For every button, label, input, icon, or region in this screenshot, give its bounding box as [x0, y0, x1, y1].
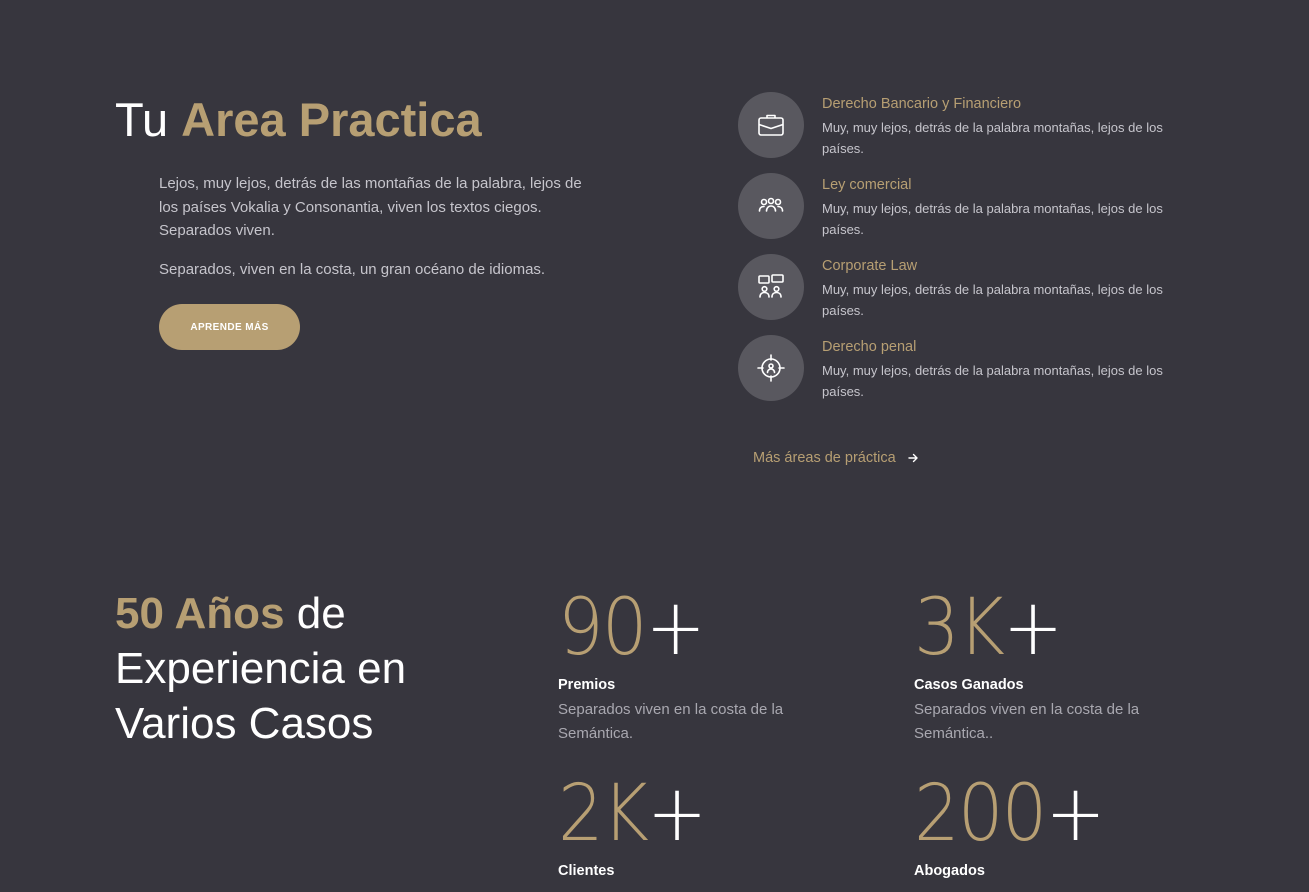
more-practice-areas-label: Más áreas de práctica [753, 450, 896, 466]
stat-label: Clientes [558, 863, 615, 879]
meeting-icon [738, 254, 804, 320]
stat-number: 2K+ [558, 772, 834, 856]
services-list: Derecho Bancario y Financiero Muy, muy l… [738, 92, 1178, 416]
target-person-icon [738, 335, 804, 401]
stat-description: Separados viven en la costa de la Semánt… [914, 701, 1140, 742]
stat-value: 90 [558, 583, 647, 673]
stat-number: 3K+ [914, 586, 1190, 670]
stat-number: 90+ [558, 586, 834, 670]
stat-description: Separados viven en la costa de la Semánt… [558, 701, 784, 742]
stat-suffix: + [645, 583, 706, 673]
learn-more-button[interactable]: APRENDE MÁS [159, 304, 300, 350]
service-description: Muy, muy lejos, detrás de la palabra mon… [822, 282, 1163, 318]
service-description: Muy, muy lejos, detrás de la palabra mon… [822, 363, 1163, 399]
service-title[interactable]: Ley comercial [822, 176, 911, 194]
stat-number: 200+ [914, 772, 1190, 856]
service-title[interactable]: Corporate Law [822, 257, 917, 275]
stat-suffix: + [647, 769, 707, 859]
stat-suffix: + [1045, 769, 1105, 859]
service-description: Muy, muy lejos, detrás de la palabra mon… [822, 201, 1163, 237]
stat-value: 200 [914, 769, 1047, 859]
stat-label: Casos Ganados [914, 677, 1024, 693]
service-item-criminal[interactable]: Derecho penal Muy, muy lejos, detrás de … [738, 335, 1178, 416]
service-title[interactable]: Derecho penal [822, 338, 916, 356]
practice-paragraph-1: Lejos, muy lejos, detrás de las montañas… [159, 175, 582, 239]
practice-title-accent: Area Practica [181, 93, 482, 146]
arrow-right-icon [907, 453, 918, 463]
page: Tu Area Practica Lejos, muy lejos, detrá… [0, 0, 1309, 892]
stat-awards: 90+ Premios Separados viven en la costa … [558, 586, 858, 745]
experience-title-accent: 50 Años [115, 589, 285, 638]
stat-cases-won: 3K+ Casos Ganados Separados viven en la … [914, 586, 1214, 745]
stat-lawyers: 200+ Abogados [914, 772, 1214, 880]
stat-value: 3K [914, 583, 1005, 673]
briefcase-icon [738, 92, 804, 158]
practice-title-prefix: Tu [115, 93, 169, 146]
group-icon [738, 173, 804, 239]
service-item-commercial[interactable]: Ley comercial Muy, muy lejos, detrás de … [738, 173, 1178, 254]
stat-label: Abogados [914, 863, 985, 879]
practice-paragraph-2: Separados, viven en la costa, un gran oc… [159, 261, 546, 278]
experience-title: 50 Años de Experiencia en Varios Casos [115, 586, 495, 751]
service-description: Muy, muy lejos, detrás de la palabra mon… [822, 120, 1163, 156]
service-item-corporate[interactable]: Corporate Law Muy, muy lejos, detrás de … [738, 254, 1178, 335]
service-item-banking[interactable]: Derecho Bancario y Financiero Muy, muy l… [738, 92, 1178, 173]
stat-label: Premios [558, 677, 616, 693]
practice-title: Tu Area Practica [115, 92, 482, 148]
service-title[interactable]: Derecho Bancario y Financiero [822, 95, 1021, 113]
stat-value: 2K [558, 769, 649, 859]
more-practice-areas-link[interactable]: Más áreas de práctica [753, 448, 918, 468]
stat-suffix: + [1003, 583, 1063, 673]
stat-clients: 2K+ Clientes [558, 772, 858, 880]
